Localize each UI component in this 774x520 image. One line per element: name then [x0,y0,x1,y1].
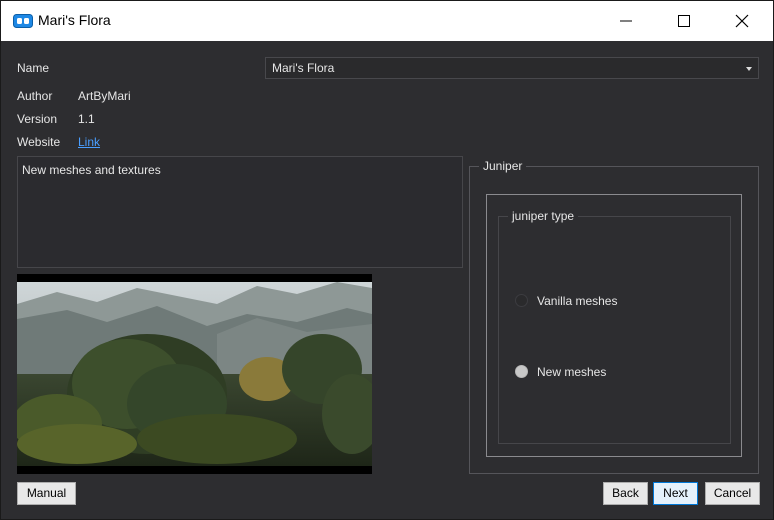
name-label: Name [17,61,50,75]
version-value: 1.1 [78,112,95,126]
manual-button[interactable]: Manual [17,482,76,505]
preview-landscape-image [17,274,372,474]
maximize-button[interactable] [655,1,713,41]
version-label: Version [17,112,58,126]
new-meshes-radio[interactable] [515,365,528,378]
description-text: New meshes and textures [22,163,161,177]
installer-window: Mari's Flora Name Mari's Flora Author Ar… [0,0,774,520]
website-label: Website [17,135,61,149]
close-button[interactable] [713,1,771,41]
minimize-button[interactable] [597,1,655,41]
maximize-icon [678,15,690,27]
next-button[interactable]: Next [653,482,698,505]
back-button[interactable]: Back [603,482,648,505]
new-meshes-label[interactable]: New meshes [537,365,606,379]
name-dropdown-value: Mari's Flora [272,61,335,75]
vanilla-meshes-label[interactable]: Vanilla meshes [537,294,617,308]
description-box[interactable]: New meshes and textures [17,156,463,268]
juniper-group-title: Juniper [479,159,527,173]
window-title: Mari's Flora [38,12,111,28]
author-label: Author [17,89,53,103]
preview-image [17,274,372,474]
cancel-button[interactable]: Cancel [705,482,760,505]
juniper-type-title: juniper type [508,209,579,223]
website-link[interactable]: Link [78,135,100,149]
minimize-icon [620,20,632,22]
chevron-down-icon [746,67,752,71]
author-value: ArtByMari [78,89,131,103]
vanilla-meshes-radio[interactable] [515,294,528,307]
juniper-type-group [498,216,731,444]
app-logo-icon [13,14,33,28]
title-bar: Mari's Flora [1,1,773,41]
name-dropdown[interactable]: Mari's Flora [265,57,759,79]
close-icon [735,14,749,28]
